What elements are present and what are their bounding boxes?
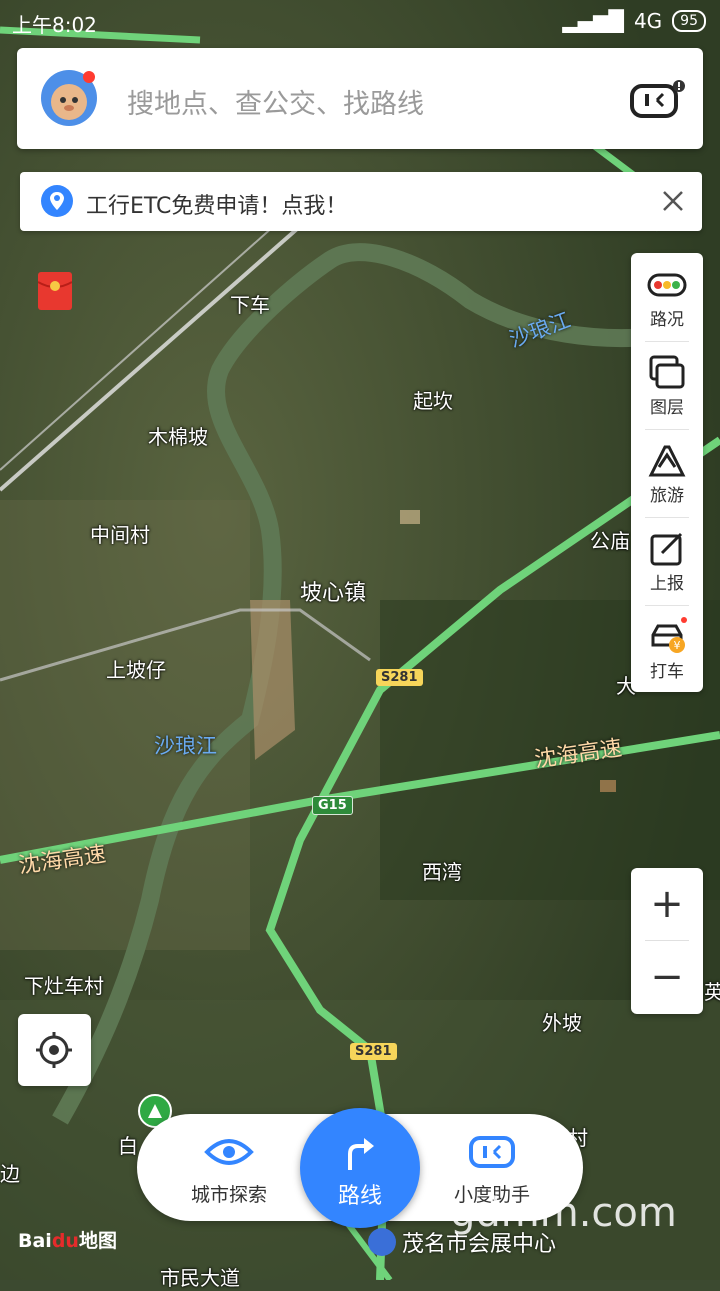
avatar-icon[interactable] xyxy=(39,68,99,128)
road-shield: S281 xyxy=(350,1043,397,1060)
logo-bai: Bai xyxy=(18,1230,52,1252)
travel-icon xyxy=(648,445,686,477)
explore-label: 城市探索 xyxy=(190,1184,267,1206)
map-label: 木棉坡 xyxy=(148,425,208,449)
traffic-icon xyxy=(647,273,687,297)
map-label: 坡心镇 xyxy=(300,581,367,606)
svg-text:¥: ¥ xyxy=(674,639,681,652)
map-label: 公庙 xyxy=(590,529,630,553)
assistant-icon xyxy=(469,1136,515,1168)
river-label: 沙琅江 xyxy=(154,734,217,758)
network-type: 4G xyxy=(633,9,663,33)
banner-text[interactable]: 工行ETC免费申请！点我！ xyxy=(86,188,347,220)
map-label: 市民大道 xyxy=(160,1266,240,1290)
map-label: 上坡仔 xyxy=(106,658,166,682)
crosshair-icon xyxy=(36,1032,72,1068)
map-label: 中间村 xyxy=(90,523,150,547)
baidu-map-logo: Baidu地图 xyxy=(18,1226,117,1253)
map-label: 英 xyxy=(704,980,720,1004)
locate-button[interactable] xyxy=(18,1014,91,1086)
close-icon[interactable] xyxy=(658,186,688,216)
taxi-icon: ¥ xyxy=(651,617,687,653)
status-time: 上午8:02 xyxy=(12,13,97,37)
search-input[interactable]: 搜地点、查公交、找路线 xyxy=(127,82,424,121)
location-pin-icon xyxy=(41,185,73,217)
road-shield: G15 xyxy=(312,796,353,815)
turn-arrow-icon xyxy=(348,1138,374,1170)
map-label: 西湾 xyxy=(422,860,462,884)
layers-button[interactable]: 图层 xyxy=(631,341,703,429)
map-label: 边 xyxy=(0,1162,20,1186)
logo-map: 地图 xyxy=(78,1230,117,1252)
zoom-in-button[interactable]: + xyxy=(631,868,703,940)
map-label: 白 xyxy=(118,1134,138,1158)
route-button[interactable]: 路线 xyxy=(300,1108,420,1228)
report-icon xyxy=(650,532,683,566)
layers-icon xyxy=(649,355,685,389)
city-explore-button[interactable]: 城市探索 xyxy=(159,1132,299,1207)
red-packet-icon[interactable] xyxy=(38,272,72,310)
route-label: 路线 xyxy=(337,1184,382,1209)
watermark: gdmm.com xyxy=(450,1190,677,1236)
voice-assistant-icon[interactable] xyxy=(629,80,685,120)
report-button[interactable]: 上报 xyxy=(631,517,703,605)
search-card[interactable]: 搜地点、查公交、找路线 xyxy=(17,48,703,149)
map-tools-panel: 路况 图层 旅游 上报 ¥ 打车 xyxy=(631,253,703,692)
battery-level: 95 xyxy=(672,10,706,32)
side-label: 打车 xyxy=(650,662,684,682)
side-label: 路况 xyxy=(650,310,684,330)
map-label: 外坡 xyxy=(542,1011,582,1035)
status-bar: 上午8:02 ▂▄▆█ 4G 95 xyxy=(0,0,720,44)
eye-icon xyxy=(204,1139,254,1165)
landmark-icon xyxy=(368,1228,396,1256)
travel-button[interactable]: 旅游 xyxy=(631,429,703,517)
map-label: 起坎 xyxy=(413,389,453,413)
signal-icon: ▂▄▆█ xyxy=(562,9,624,33)
map-label: 下车 xyxy=(230,293,270,317)
promo-banner[interactable]: 工行ETC免费申请！点我！ xyxy=(20,172,702,231)
side-label: 旅游 xyxy=(650,486,684,506)
road-shield: S281 xyxy=(376,669,423,686)
logo-du: du xyxy=(51,1230,79,1252)
map-label: 下灶车村 xyxy=(24,974,104,998)
zoom-controls: + − xyxy=(631,868,703,1014)
zoom-out-button[interactable]: − xyxy=(631,941,703,1013)
traffic-button[interactable]: 路况 xyxy=(631,253,703,341)
side-label: 图层 xyxy=(650,398,684,418)
taxi-button[interactable]: ¥ 打车 xyxy=(631,605,703,693)
side-label: 上报 xyxy=(650,574,684,594)
